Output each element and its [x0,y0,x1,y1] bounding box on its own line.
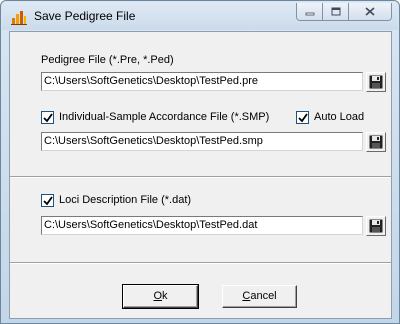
pedigree-file-label: Pedigree File (*.Pre, *.Ped) [41,54,174,66]
checkmark-icon [298,113,308,123]
maximize-icon [331,7,340,16]
cancel-label-rest: ancel [250,290,277,302]
loci-checkbox[interactable] [41,194,54,207]
cancel-button[interactable]: Cancel [222,285,297,308]
close-icon [365,7,375,16]
checkmark-icon [43,113,53,123]
auto-load-checkbox[interactable] [296,111,309,124]
maximize-button[interactable] [323,3,349,20]
dialog-client-area: Pedigree File (*.Pre, *.Ped) C:\Users\So… [9,31,392,319]
ok-accelerator: O [153,290,163,302]
minimize-icon [305,12,314,15]
caption-buttons [296,3,392,21]
minimize-button[interactable] [297,3,323,20]
accordance-file-label: Individual-Sample Accordance File (*.SMP… [59,111,270,123]
window-title: Save Pedigree File [34,9,136,23]
close-button[interactable] [349,3,391,20]
auto-load-label: Auto Load [314,111,365,123]
accordance-save-button[interactable] [366,132,386,152]
title-bar[interactable]: Save Pedigree File [2,2,398,30]
pedigree-chart-icon [11,9,27,25]
pedigree-file-path-field[interactable]: C:\Users\SoftGenetics\Desktop\TestPed.pr… [41,72,363,91]
section-divider [10,262,391,264]
ok-label-rest: k [162,290,168,302]
loci-file-path-field[interactable]: C:\Users\SoftGenetics\Desktop\TestPed.da… [41,216,363,235]
pedigree-save-button[interactable] [366,72,386,92]
checkmark-icon [43,196,53,206]
floppy-disk-icon [369,219,383,233]
floppy-disk-icon [369,75,383,89]
loci-file-label: Loci Description File (*.dat) [59,194,192,206]
ok-button[interactable]: Ok [122,284,199,309]
save-pedigree-dialog: Save Pedigree File Pedigree File (*.Pre,… [0,0,400,324]
accordance-checkbox[interactable] [41,111,54,124]
floppy-disk-icon [369,135,383,149]
accordance-file-path-field[interactable]: C:\Users\SoftGenetics\Desktop\TestPed.sm… [41,132,363,151]
loci-save-button[interactable] [366,216,386,236]
section-divider [10,176,391,178]
